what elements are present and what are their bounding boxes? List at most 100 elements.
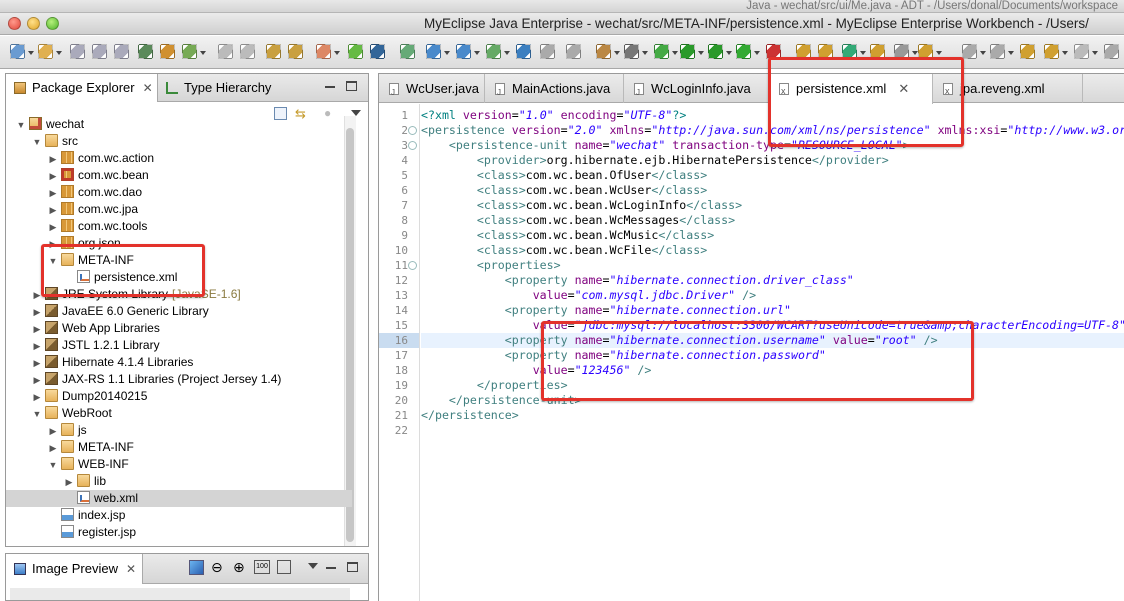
new-package-icon[interactable]: [38, 44, 53, 59]
collapsed-twistie-icon[interactable]: ▶: [48, 440, 58, 457]
chevron-down-icon[interactable]: [698, 51, 704, 55]
print-icon[interactable]: [114, 44, 129, 59]
run-config-icon[interactable]: [708, 44, 723, 59]
report-icon[interactable]: [486, 44, 501, 59]
editor-tab[interactable]: WcUser.java: [379, 74, 485, 107]
code-line[interactable]: <class>com.wc.bean.WcUser</class>: [421, 183, 707, 198]
chevron-down-icon[interactable]: [1008, 51, 1014, 55]
collapsed-twistie-icon[interactable]: ▶: [32, 389, 42, 406]
chevron-down-icon[interactable]: [56, 51, 62, 55]
chevron-down-icon[interactable]: [642, 51, 648, 55]
fit-window-icon[interactable]: [277, 560, 291, 574]
fit-image-icon[interactable]: [189, 560, 204, 575]
chevron-down-icon[interactable]: [754, 51, 760, 55]
minimize-window-button[interactable]: [27, 17, 40, 30]
tree-item[interactable]: index.jsp: [6, 507, 352, 524]
save-all-icon[interactable]: [92, 44, 107, 59]
tree-item[interactable]: register.jsp: [6, 524, 352, 541]
code-line[interactable]: <class>com.wc.bean.OfUser</class>: [421, 168, 707, 183]
close-icon[interactable]: ✕: [126, 562, 136, 576]
code-line[interactable]: <provider>org.hibernate.ejb.HibernatePer…: [421, 153, 889, 168]
code-line[interactable]: <properties>: [421, 258, 561, 273]
nav-fwd-icon[interactable]: [566, 44, 581, 59]
tree-item[interactable]: ▼ WebRoot: [6, 405, 352, 422]
save-icon[interactable]: [70, 44, 85, 59]
background-window-titlebar[interactable]: Java - wechat/src/ui/Me.java - ADT - /Us…: [0, 0, 1124, 13]
close-icon[interactable]: ✕: [143, 81, 153, 95]
maximize-view-icon[interactable]: [347, 562, 358, 572]
minimize-view-icon[interactable]: [325, 86, 335, 88]
nav-back-icon[interactable]: [540, 44, 555, 59]
expanded-twistie-icon[interactable]: ▼: [32, 406, 42, 423]
coverage-icon[interactable]: [736, 44, 751, 59]
expanded-twistie-icon[interactable]: ▼: [48, 457, 58, 474]
collapsed-twistie-icon[interactable]: ▶: [32, 372, 42, 389]
close-window-button[interactable]: [8, 17, 21, 30]
tab-image-preview[interactable]: Image Preview ✕: [6, 554, 143, 584]
collapsed-twistie-icon[interactable]: ▶: [32, 304, 42, 321]
code-line[interactable]: value="com.mysql.jdbc.Driver" />: [421, 288, 756, 303]
tree-item[interactable]: ▶ Hibernate 4.1.4 Libraries: [6, 354, 352, 371]
tree-item[interactable]: ▶ META-INF: [6, 439, 352, 456]
gear-icon[interactable]: [624, 44, 639, 59]
code-line[interactable]: <?xml version="1.0" encoding="UTF-8"?>: [421, 108, 686, 123]
chevron-down-icon[interactable]: [28, 51, 34, 55]
globe-icon[interactable]: [516, 44, 531, 59]
expanded-twistie-icon[interactable]: ▼: [16, 117, 26, 134]
tree-item[interactable]: ▼ WEB-INF: [6, 456, 352, 473]
tree-item[interactable]: ▶ com.wc.bean: [6, 167, 352, 184]
editor-tab[interactable]: MainActions.java: [485, 74, 624, 107]
build-icon[interactable]: [182, 44, 197, 59]
forward-icon[interactable]: [1074, 44, 1089, 59]
window-titlebar[interactable]: MyEclipse Java Enterprise - wechat/src/M…: [0, 13, 1124, 35]
collapsed-twistie-icon[interactable]: ▶: [48, 202, 58, 219]
zoom-window-button[interactable]: [46, 17, 59, 30]
collapsed-twistie-icon[interactable]: ▶: [48, 423, 58, 440]
chevron-down-icon[interactable]: [474, 51, 480, 55]
collapsed-twistie-icon[interactable]: ▶: [48, 168, 58, 185]
chevron-down-icon[interactable]: [334, 51, 340, 55]
collapsed-twistie-icon[interactable]: ▶: [48, 219, 58, 236]
chevron-down-icon[interactable]: [672, 51, 678, 55]
code-line[interactable]: <class>com.wc.bean.WcMessages</class>: [421, 213, 735, 228]
chevron-down-icon[interactable]: [444, 51, 450, 55]
maximize-view-icon[interactable]: [346, 81, 357, 91]
task-icon[interactable]: [596, 44, 611, 59]
prev-annotation-icon[interactable]: [962, 44, 977, 59]
chevron-down-icon[interactable]: [1092, 51, 1098, 55]
tree-item[interactable]: ▶ Web App Libraries: [6, 320, 352, 337]
code-line[interactable]: </persistence>: [421, 408, 519, 423]
web-icon[interactable]: [426, 44, 441, 59]
collapsed-twistie-icon[interactable]: ▶: [48, 185, 58, 202]
chevron-down-icon[interactable]: [200, 51, 206, 55]
editor-tab[interactable]: WcLoginInfo.java: [624, 74, 769, 107]
zoom-out-icon[interactable]: ⊖: [211, 559, 223, 576]
chevron-down-icon[interactable]: [980, 51, 986, 55]
zoom-in-icon[interactable]: ⊕: [233, 559, 245, 576]
actual-size-icon[interactable]: 100: [254, 560, 270, 574]
run-icon[interactable]: [680, 44, 695, 59]
next-annotation-icon[interactable]: [990, 44, 1005, 59]
chevron-down-icon[interactable]: [1062, 51, 1068, 55]
tab-package-explorer[interactable]: Package Explorer ✕: [6, 74, 158, 102]
chevron-down-icon[interactable]: [726, 51, 732, 55]
open-type-icon[interactable]: [266, 44, 281, 59]
collapsed-twistie-icon[interactable]: ▶: [64, 474, 74, 491]
undo-icon[interactable]: [218, 44, 233, 59]
fold-toggle-icon[interactable]: [408, 141, 417, 150]
tree-item[interactable]: ▶ com.wc.dao: [6, 184, 352, 201]
code-line[interactable]: <class>com.wc.bean.WcMusic</class>: [421, 228, 714, 243]
chevron-down-icon[interactable]: [860, 51, 866, 55]
collapsed-twistie-icon[interactable]: ▶: [32, 321, 42, 338]
minimize-view-icon[interactable]: [326, 567, 336, 569]
tree-item[interactable]: ▼ src: [6, 133, 352, 150]
new-icon[interactable]: [10, 44, 25, 59]
fold-toggle-icon[interactable]: [408, 126, 417, 135]
debug-server-icon[interactable]: [160, 44, 175, 59]
tree-item[interactable]: ▶ com.wc.jpa: [6, 201, 352, 218]
collapsed-twistie-icon[interactable]: ▶: [48, 151, 58, 168]
tree-item[interactable]: ▶ JSTL 1.2.1 Library: [6, 337, 352, 354]
last-edit-icon[interactable]: [1020, 44, 1035, 59]
tab-type-hierarchy[interactable]: Type Hierarchy: [162, 74, 271, 102]
tree-item[interactable]: ▶ Dump20140215: [6, 388, 352, 405]
